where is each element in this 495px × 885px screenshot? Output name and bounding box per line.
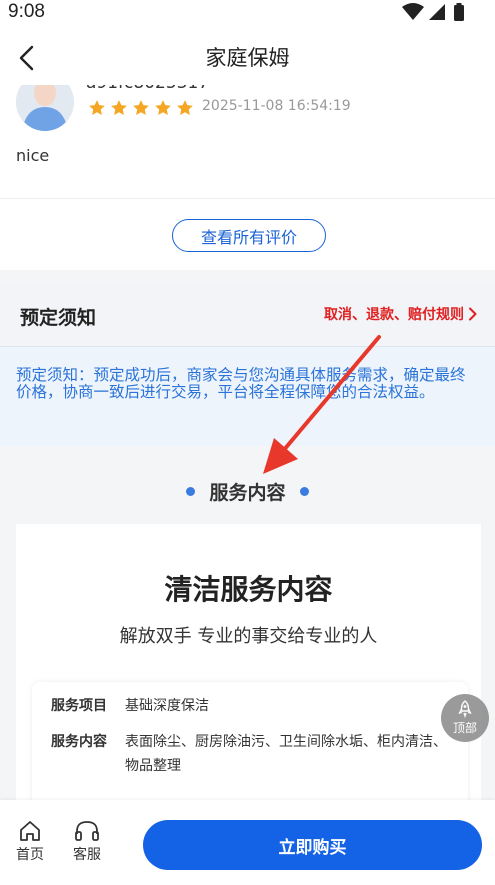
avatar — [16, 85, 74, 131]
dot-decoration — [186, 487, 196, 496]
star-icon — [133, 100, 149, 115]
booking-notice-title: 预定须知 — [20, 307, 97, 329]
status-time: 9:08 — [8, 1, 45, 22]
user-avatar-icon — [16, 85, 74, 131]
headset-icon — [75, 821, 99, 841]
service-card-subtitle: 解放双手 专业的事交给专业的人 — [119, 626, 378, 647]
star-icon — [111, 100, 127, 115]
home-tab-label: 首页 — [16, 847, 44, 863]
rocket-icon — [458, 700, 472, 718]
booking-notice-header: 预定须知 取消、退款、赔付规则 — [0, 282, 495, 346]
cellular-signal-icon — [429, 4, 445, 20]
service-card-title: 清洁服务内容 — [164, 573, 333, 606]
buy-now-button[interactable]: 立即购买 — [143, 820, 482, 870]
customer-service-label: 客服 — [73, 847, 101, 863]
wifi-icon — [402, 3, 424, 20]
customer-service-tab[interactable]: 客服 — [73, 820, 101, 864]
detail-value: 基础深度保洁 — [125, 698, 209, 714]
booking-notice-text: 预定须知：预定成功后，商家会与您沟通具体服务需求，确定最终价格，协商一致后进行交… — [16, 366, 466, 401]
star-icon — [177, 100, 193, 115]
bottom-action-bar: 首页 客服 立即购买 — [0, 800, 495, 885]
chevron-right-icon — [469, 307, 477, 321]
review-date: 2025-11-08 16:54:19 — [202, 98, 351, 114]
back-to-top-label: 顶部 — [452, 721, 477, 735]
refund-rules-label: 取消、退款、赔付规则 — [324, 307, 464, 323]
dot-decoration — [299, 487, 309, 496]
status-icons — [402, 2, 465, 22]
review-text: nice — [16, 146, 50, 165]
detail-value: 表面除尘、厨房除油污、卫生间除水垢、柜内清洁、物品整理 — [125, 734, 447, 774]
all-reviews-area: 查看所有评价 — [0, 200, 495, 270]
detail-row-item: 服务项目 基础深度保洁 — [51, 694, 455, 718]
star-icon — [155, 100, 171, 115]
section-gap — [0, 270, 495, 282]
status-bar: 9:08 — [0, 0, 495, 30]
divider — [0, 198, 495, 199]
battery-icon — [454, 3, 464, 21]
page-title: 家庭保姆 — [205, 46, 290, 70]
review-username: a91fc8025317 — [86, 85, 209, 93]
back-to-top-button[interactable]: 顶部 — [441, 694, 489, 742]
star-icon — [89, 100, 105, 115]
service-card: 清洁服务内容 解放双手 专业的事交给专业的人 服务项目 基础深度保洁 服务内容 … — [16, 524, 481, 824]
review-item: a91fc8025317 2025-11-08 16:54:19 nice — [0, 85, 495, 200]
service-content-section: 服务内容 清洁服务内容 解放双手 专业的事交给专业的人 服务项目 基础深度保洁 … — [0, 446, 495, 824]
refund-rules-link[interactable]: 取消、退款、赔付规则 — [324, 304, 477, 324]
detail-label: 服务项目 — [51, 698, 107, 714]
booking-notice-body: 预定须知：预定成功后，商家会与您沟通具体服务需求，确定最终价格，协商一致后进行交… — [0, 346, 495, 446]
rating-stars — [88, 99, 194, 117]
home-icon — [20, 821, 40, 841]
detail-label: 服务内容 — [51, 734, 107, 750]
home-tab[interactable]: 首页 — [16, 820, 44, 864]
nav-bar: 家庭保姆 — [0, 30, 495, 85]
section-heading: 服务内容 — [0, 478, 495, 505]
view-all-reviews-button[interactable]: 查看所有评价 — [172, 219, 326, 252]
detail-row-content: 服务内容 表面除尘、厨房除油污、卫生间除水垢、柜内清洁、物品整理 — [51, 730, 455, 778]
service-section-title: 服务内容 — [209, 482, 286, 504]
